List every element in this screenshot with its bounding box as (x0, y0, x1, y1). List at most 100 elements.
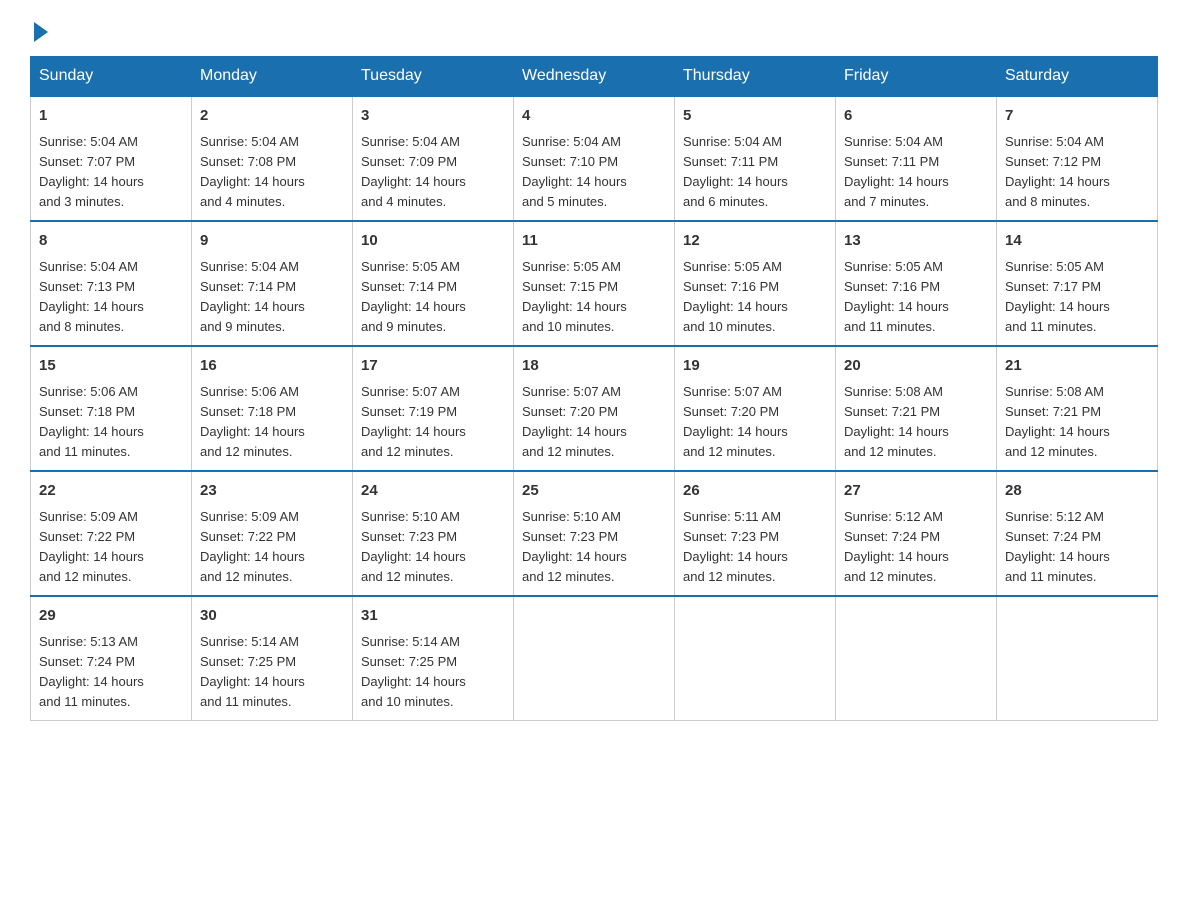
day-info: Sunrise: 5:04 AMSunset: 7:08 PMDaylight:… (200, 134, 305, 209)
day-info: Sunrise: 5:04 AMSunset: 7:12 PMDaylight:… (1005, 134, 1110, 209)
calendar-cell: 18 Sunrise: 5:07 AMSunset: 7:20 PMDaylig… (514, 346, 675, 471)
day-info: Sunrise: 5:05 AMSunset: 7:14 PMDaylight:… (361, 259, 466, 334)
day-info: Sunrise: 5:06 AMSunset: 7:18 PMDaylight:… (200, 384, 305, 459)
calendar-cell (675, 596, 836, 721)
day-number: 13 (844, 230, 988, 253)
day-number: 25 (522, 480, 666, 503)
day-number: 10 (361, 230, 505, 253)
day-info: Sunrise: 5:07 AMSunset: 7:20 PMDaylight:… (522, 384, 627, 459)
day-number: 18 (522, 355, 666, 378)
day-info: Sunrise: 5:04 AMSunset: 7:14 PMDaylight:… (200, 259, 305, 334)
calendar-cell: 17 Sunrise: 5:07 AMSunset: 7:19 PMDaylig… (353, 346, 514, 471)
calendar-cell: 6 Sunrise: 5:04 AMSunset: 7:11 PMDayligh… (836, 96, 997, 221)
calendar-cell: 5 Sunrise: 5:04 AMSunset: 7:11 PMDayligh… (675, 96, 836, 221)
day-number: 7 (1005, 105, 1149, 128)
calendar-cell: 4 Sunrise: 5:04 AMSunset: 7:10 PMDayligh… (514, 96, 675, 221)
calendar-cell: 28 Sunrise: 5:12 AMSunset: 7:24 PMDaylig… (997, 471, 1158, 596)
calendar-cell: 3 Sunrise: 5:04 AMSunset: 7:09 PMDayligh… (353, 96, 514, 221)
calendar-cell: 20 Sunrise: 5:08 AMSunset: 7:21 PMDaylig… (836, 346, 997, 471)
day-number: 28 (1005, 480, 1149, 503)
day-info: Sunrise: 5:04 AMSunset: 7:11 PMDaylight:… (844, 134, 949, 209)
day-number: 29 (39, 605, 183, 628)
day-info: Sunrise: 5:04 AMSunset: 7:11 PMDaylight:… (683, 134, 788, 209)
calendar-cell: 2 Sunrise: 5:04 AMSunset: 7:08 PMDayligh… (192, 96, 353, 221)
calendar-cell: 30 Sunrise: 5:14 AMSunset: 7:25 PMDaylig… (192, 596, 353, 721)
day-number: 12 (683, 230, 827, 253)
day-info: Sunrise: 5:08 AMSunset: 7:21 PMDaylight:… (1005, 384, 1110, 459)
calendar-week-row: 1 Sunrise: 5:04 AMSunset: 7:07 PMDayligh… (31, 96, 1158, 221)
day-number: 1 (39, 105, 183, 128)
calendar-header-row: SundayMondayTuesdayWednesdayThursdayFrid… (31, 57, 1158, 97)
calendar-cell: 23 Sunrise: 5:09 AMSunset: 7:22 PMDaylig… (192, 471, 353, 596)
day-number: 24 (361, 480, 505, 503)
col-header-friday: Friday (836, 57, 997, 97)
calendar-cell: 25 Sunrise: 5:10 AMSunset: 7:23 PMDaylig… (514, 471, 675, 596)
calendar-cell: 7 Sunrise: 5:04 AMSunset: 7:12 PMDayligh… (997, 96, 1158, 221)
calendar-cell: 14 Sunrise: 5:05 AMSunset: 7:17 PMDaylig… (997, 221, 1158, 346)
day-info: Sunrise: 5:09 AMSunset: 7:22 PMDaylight:… (39, 509, 144, 584)
calendar-cell: 21 Sunrise: 5:08 AMSunset: 7:21 PMDaylig… (997, 346, 1158, 471)
logo (30, 20, 48, 38)
logo-arrow-icon (34, 22, 48, 42)
calendar-week-row: 8 Sunrise: 5:04 AMSunset: 7:13 PMDayligh… (31, 221, 1158, 346)
day-info: Sunrise: 5:12 AMSunset: 7:24 PMDaylight:… (844, 509, 949, 584)
day-info: Sunrise: 5:05 AMSunset: 7:17 PMDaylight:… (1005, 259, 1110, 334)
calendar-cell: 8 Sunrise: 5:04 AMSunset: 7:13 PMDayligh… (31, 221, 192, 346)
day-number: 19 (683, 355, 827, 378)
calendar-cell (997, 596, 1158, 721)
day-number: 20 (844, 355, 988, 378)
calendar-week-row: 15 Sunrise: 5:06 AMSunset: 7:18 PMDaylig… (31, 346, 1158, 471)
day-number: 26 (683, 480, 827, 503)
calendar-cell: 13 Sunrise: 5:05 AMSunset: 7:16 PMDaylig… (836, 221, 997, 346)
day-number: 30 (200, 605, 344, 628)
calendar-cell: 19 Sunrise: 5:07 AMSunset: 7:20 PMDaylig… (675, 346, 836, 471)
day-info: Sunrise: 5:10 AMSunset: 7:23 PMDaylight:… (361, 509, 466, 584)
calendar-cell: 10 Sunrise: 5:05 AMSunset: 7:14 PMDaylig… (353, 221, 514, 346)
day-info: Sunrise: 5:08 AMSunset: 7:21 PMDaylight:… (844, 384, 949, 459)
day-info: Sunrise: 5:04 AMSunset: 7:10 PMDaylight:… (522, 134, 627, 209)
day-number: 14 (1005, 230, 1149, 253)
col-header-monday: Monday (192, 57, 353, 97)
day-info: Sunrise: 5:09 AMSunset: 7:22 PMDaylight:… (200, 509, 305, 584)
calendar-cell: 11 Sunrise: 5:05 AMSunset: 7:15 PMDaylig… (514, 221, 675, 346)
col-header-thursday: Thursday (675, 57, 836, 97)
day-number: 2 (200, 105, 344, 128)
day-number: 11 (522, 230, 666, 253)
day-info: Sunrise: 5:11 AMSunset: 7:23 PMDaylight:… (683, 509, 788, 584)
day-info: Sunrise: 5:10 AMSunset: 7:23 PMDaylight:… (522, 509, 627, 584)
col-header-saturday: Saturday (997, 57, 1158, 97)
day-info: Sunrise: 5:04 AMSunset: 7:07 PMDaylight:… (39, 134, 144, 209)
day-number: 16 (200, 355, 344, 378)
calendar-cell: 15 Sunrise: 5:06 AMSunset: 7:18 PMDaylig… (31, 346, 192, 471)
day-number: 22 (39, 480, 183, 503)
day-number: 8 (39, 230, 183, 253)
day-info: Sunrise: 5:05 AMSunset: 7:16 PMDaylight:… (844, 259, 949, 334)
day-number: 15 (39, 355, 183, 378)
calendar-cell: 16 Sunrise: 5:06 AMSunset: 7:18 PMDaylig… (192, 346, 353, 471)
calendar-week-row: 29 Sunrise: 5:13 AMSunset: 7:24 PMDaylig… (31, 596, 1158, 721)
day-number: 3 (361, 105, 505, 128)
calendar-cell: 1 Sunrise: 5:04 AMSunset: 7:07 PMDayligh… (31, 96, 192, 221)
day-info: Sunrise: 5:14 AMSunset: 7:25 PMDaylight:… (361, 634, 466, 709)
day-info: Sunrise: 5:07 AMSunset: 7:19 PMDaylight:… (361, 384, 466, 459)
calendar-cell: 26 Sunrise: 5:11 AMSunset: 7:23 PMDaylig… (675, 471, 836, 596)
day-number: 5 (683, 105, 827, 128)
col-header-tuesday: Tuesday (353, 57, 514, 97)
calendar-table: SundayMondayTuesdayWednesdayThursdayFrid… (30, 56, 1158, 721)
day-number: 23 (200, 480, 344, 503)
day-number: 17 (361, 355, 505, 378)
day-info: Sunrise: 5:14 AMSunset: 7:25 PMDaylight:… (200, 634, 305, 709)
day-number: 9 (200, 230, 344, 253)
calendar-week-row: 22 Sunrise: 5:09 AMSunset: 7:22 PMDaylig… (31, 471, 1158, 596)
calendar-cell (836, 596, 997, 721)
calendar-cell: 29 Sunrise: 5:13 AMSunset: 7:24 PMDaylig… (31, 596, 192, 721)
day-info: Sunrise: 5:07 AMSunset: 7:20 PMDaylight:… (683, 384, 788, 459)
day-info: Sunrise: 5:05 AMSunset: 7:16 PMDaylight:… (683, 259, 788, 334)
calendar-cell: 27 Sunrise: 5:12 AMSunset: 7:24 PMDaylig… (836, 471, 997, 596)
calendar-cell: 9 Sunrise: 5:04 AMSunset: 7:14 PMDayligh… (192, 221, 353, 346)
day-number: 27 (844, 480, 988, 503)
col-header-wednesday: Wednesday (514, 57, 675, 97)
day-info: Sunrise: 5:13 AMSunset: 7:24 PMDaylight:… (39, 634, 144, 709)
calendar-cell: 22 Sunrise: 5:09 AMSunset: 7:22 PMDaylig… (31, 471, 192, 596)
calendar-cell (514, 596, 675, 721)
